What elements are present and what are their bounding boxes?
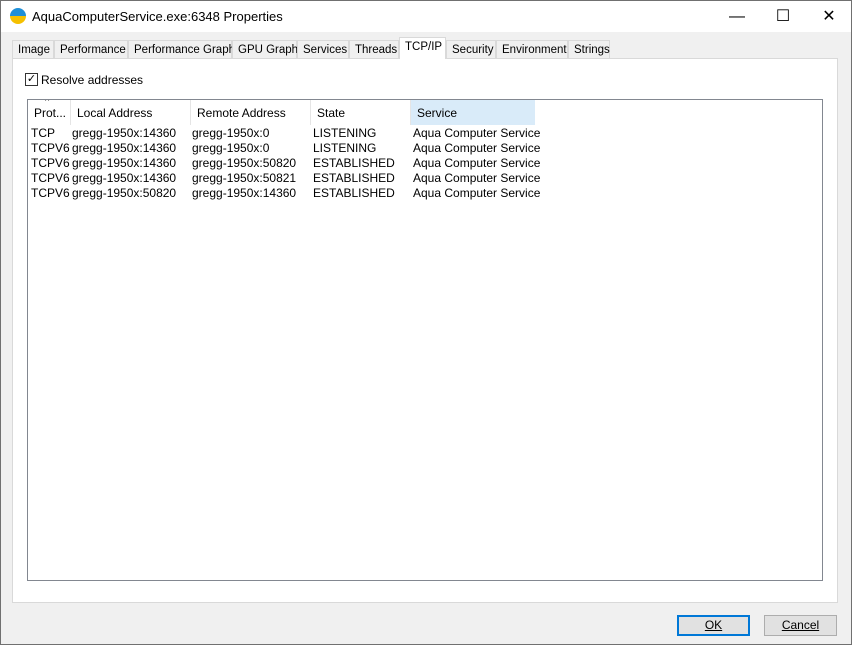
table-cell: Aqua Computer Service	[413, 126, 541, 140]
table-cell: Aqua Computer Service	[413, 171, 541, 185]
table-cell: gregg-1950x:14360	[72, 141, 177, 155]
table-cell: Aqua Computer Service	[413, 156, 541, 170]
tab-security[interactable]: Security	[446, 40, 496, 59]
table-cell: gregg-1950x:0	[192, 126, 270, 140]
table-cell: TCPV6	[31, 141, 70, 155]
column-header-state[interactable]: State	[311, 100, 411, 125]
table-cell: ESTABLISHED	[313, 186, 395, 200]
tab-performance[interactable]: Performance	[54, 40, 128, 59]
tab-services[interactable]: Services	[297, 40, 349, 59]
tab-tcpip[interactable]: TCP/IP	[399, 37, 446, 59]
table-cell: ESTABLISHED	[313, 171, 395, 185]
column-header-local-address[interactable]: Local Address	[71, 100, 191, 125]
column-header-remote-address[interactable]: Remote Address	[191, 100, 311, 125]
tab-strings[interactable]: Strings	[568, 40, 610, 59]
resolve-addresses-checkbox[interactable]: ✓	[25, 73, 38, 86]
table-cell: ESTABLISHED	[313, 156, 395, 170]
ok-button[interactable]: OK	[677, 615, 750, 636]
window-title: AquaComputerService.exe:6348 Properties	[32, 9, 283, 24]
table-cell: gregg-1950x:50820	[72, 186, 177, 200]
table-cell: gregg-1950x:14360	[72, 171, 177, 185]
resolve-addresses-label[interactable]: Resolve addresses	[41, 73, 143, 87]
table-cell: gregg-1950x:14360	[72, 156, 177, 170]
sort-ascending-icon: ^	[45, 100, 50, 106]
table-cell: TCPV6	[31, 171, 70, 185]
connections-list[interactable]: ^ Prot... Local Address Remote Address St…	[27, 99, 823, 581]
table-cell: gregg-1950x:50820	[192, 156, 297, 170]
table-cell: LISTENING	[313, 141, 377, 155]
tab-performance-graph[interactable]: Performance Graph	[128, 40, 235, 59]
table-cell: TCPV6	[31, 186, 70, 200]
column-header-protocol[interactable]: ^ Prot...	[28, 100, 71, 125]
tab-threads[interactable]: Threads	[349, 40, 399, 59]
table-cell: gregg-1950x:14360	[192, 186, 297, 200]
close-button[interactable]: ✕	[806, 1, 852, 32]
tab-image[interactable]: Image	[12, 40, 54, 59]
table-cell: Aqua Computer Service	[413, 186, 541, 200]
table-cell: Aqua Computer Service	[413, 141, 541, 155]
table-cell: gregg-1950x:0	[192, 141, 270, 155]
app-icon	[10, 8, 26, 24]
table-cell: gregg-1950x:50821	[192, 171, 297, 185]
tab-environment[interactable]: Environment	[496, 40, 568, 59]
column-header-service[interactable]: Service	[411, 100, 535, 125]
minimize-button[interactable]: —	[714, 1, 760, 32]
title-bar: AquaComputerService.exe:6348 Properties …	[1, 1, 851, 32]
maximize-button[interactable]: ☐	[760, 1, 806, 32]
tcpip-panel: ✓ Resolve addresses ^ Prot... Local Addre…	[12, 58, 838, 603]
table-cell: gregg-1950x:14360	[72, 126, 177, 140]
cancel-button[interactable]: Cancel	[764, 615, 837, 636]
table-cell: LISTENING	[313, 126, 377, 140]
table-cell: TCP	[31, 126, 55, 140]
properties-window: AquaComputerService.exe:6348 Properties …	[0, 0, 852, 645]
tab-gpu-graph[interactable]: GPU Graph	[232, 40, 298, 59]
table-cell: TCPV6	[31, 156, 70, 170]
